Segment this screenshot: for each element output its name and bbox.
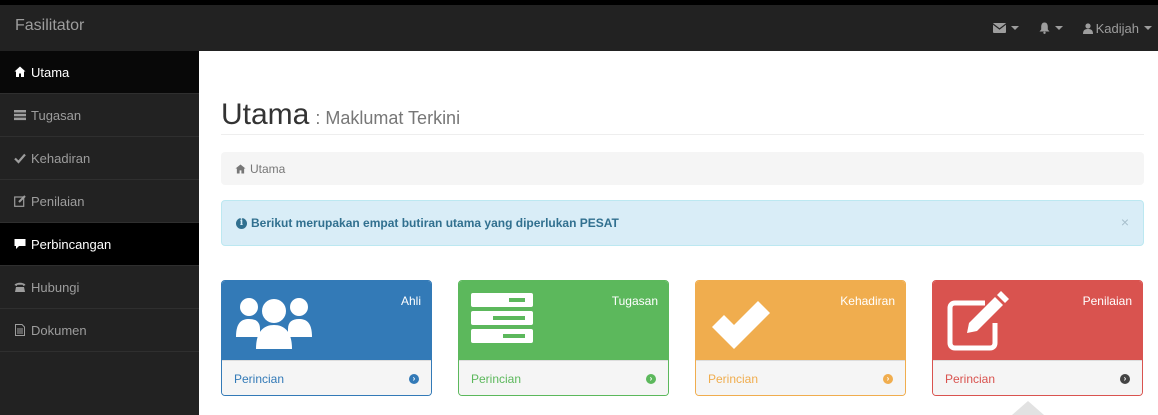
panel-details-link[interactable]: Perincian › (933, 360, 1142, 395)
user-name: Kadijah (1095, 20, 1139, 36)
page-header: Utama: Maklumat Terkini (221, 97, 1144, 135)
check-icon (712, 301, 770, 349)
top-navbar: Fasilitator Kadijah (0, 0, 1158, 51)
details-label: Perincian (945, 371, 996, 386)
user-dropdown[interactable]: Kadijah (1082, 20, 1152, 36)
page-title-text: Utama (221, 98, 310, 131)
sidebar-item-label: Kehadiran (31, 150, 91, 166)
details-label: Perincian (234, 371, 285, 386)
panel-details-link[interactable]: Perincian › (222, 360, 431, 395)
sidebar: Utama Tugasan Kehadiran Penilaian Perbin… (0, 51, 199, 415)
panel-tugasan: Tugasan Perincian › (458, 280, 669, 396)
chevron-down-icon (1144, 26, 1152, 30)
close-icon[interactable]: × (1121, 214, 1129, 230)
panel-heading: Kehadiran (696, 281, 905, 360)
sidebar-item-kehadiran[interactable]: Kehadiran (0, 137, 199, 180)
messages-dropdown[interactable] (992, 23, 1019, 33)
sidebar-item-label: Hubungi (31, 279, 80, 295)
arrow-circle-right-icon: › (409, 373, 419, 384)
breadcrumb-item[interactable]: Utama (250, 162, 285, 176)
panel-label: Tugasan (611, 294, 658, 308)
sidebar-item-label: Dokumen (31, 322, 87, 338)
navbar-right: Kadijah (992, 5, 1158, 51)
panel-heading: Tugasan (459, 281, 668, 360)
panel-ahli: Ahli Perincian › (221, 280, 432, 396)
arrow-circle-right-icon: › (1120, 373, 1130, 384)
alert-text: Berikut merupakan empat butiran utama ya… (251, 216, 619, 230)
panel-label: Kehadiran (840, 294, 895, 308)
sidebar-item-hubungi[interactable]: Hubungi (0, 266, 199, 309)
tasks-icon (14, 110, 26, 121)
page-title: Utama: Maklumat Terkini (221, 97, 460, 136)
panel-details-link[interactable]: Perincian › (459, 360, 668, 395)
panel-heading: Ahli (222, 281, 431, 360)
phone-icon (14, 282, 26, 292)
scroll-to-top-button[interactable] (1012, 401, 1044, 415)
arrow-circle-right-icon: › (883, 373, 893, 384)
comment-icon (14, 239, 26, 249)
panel-label: Penilaian (1082, 294, 1132, 308)
sidebar-item-perbincangan[interactable]: Perbincangan (0, 223, 199, 266)
user-icon (1082, 22, 1093, 34)
page-subtitle: : Maklumat Terkini (315, 108, 461, 128)
sidebar-item-label: Utama (31, 64, 70, 80)
sidebar-item-tugasan[interactable]: Tugasan (0, 94, 199, 137)
summary-panels: Ahli Perincian › Tugasan Perincian › Keh… (221, 280, 1144, 396)
sidebar-item-dokumen[interactable]: Dokumen (0, 309, 199, 352)
edit-icon (14, 195, 26, 207)
panel-label: Ahli (400, 294, 421, 308)
breadcrumb: Utama (221, 152, 1144, 185)
home-icon (235, 163, 246, 174)
home-icon (14, 66, 26, 77)
sidebar-item-label: Perbincangan (31, 236, 112, 252)
details-label: Perincian (471, 371, 522, 386)
panel-penilaian: Penilaian Perincian › (932, 280, 1143, 396)
sidebar-item-label: Tugasan (31, 107, 82, 123)
panel-details-link[interactable]: Perincian › (696, 360, 905, 395)
users-icon (236, 298, 312, 349)
chevron-down-icon (1054, 26, 1063, 30)
arrow-circle-right-icon: › (646, 373, 656, 384)
chevron-down-icon (1010, 26, 1019, 30)
check-icon (14, 153, 26, 164)
envelope-icon (992, 23, 1006, 33)
info-icon: i (236, 217, 247, 229)
info-alert: i Berikut merupakan empat butiran utama … (221, 200, 1144, 246)
details-label: Perincian (708, 371, 759, 386)
brand-title[interactable]: Fasilitator (15, 17, 84, 35)
panel-heading: Penilaian (933, 281, 1142, 360)
sidebar-item-penilaian[interactable]: Penilaian (0, 180, 199, 223)
sidebar-item-label: Penilaian (31, 193, 85, 209)
tasks-icon (471, 293, 533, 343)
panel-kehadiran: Kehadiran Perincian › (695, 280, 906, 396)
sidebar-item-utama[interactable]: Utama (0, 51, 199, 94)
edit-icon (947, 291, 1009, 351)
notifications-dropdown[interactable] (1039, 22, 1063, 34)
bell-icon (1039, 22, 1050, 34)
document-icon (15, 324, 25, 336)
